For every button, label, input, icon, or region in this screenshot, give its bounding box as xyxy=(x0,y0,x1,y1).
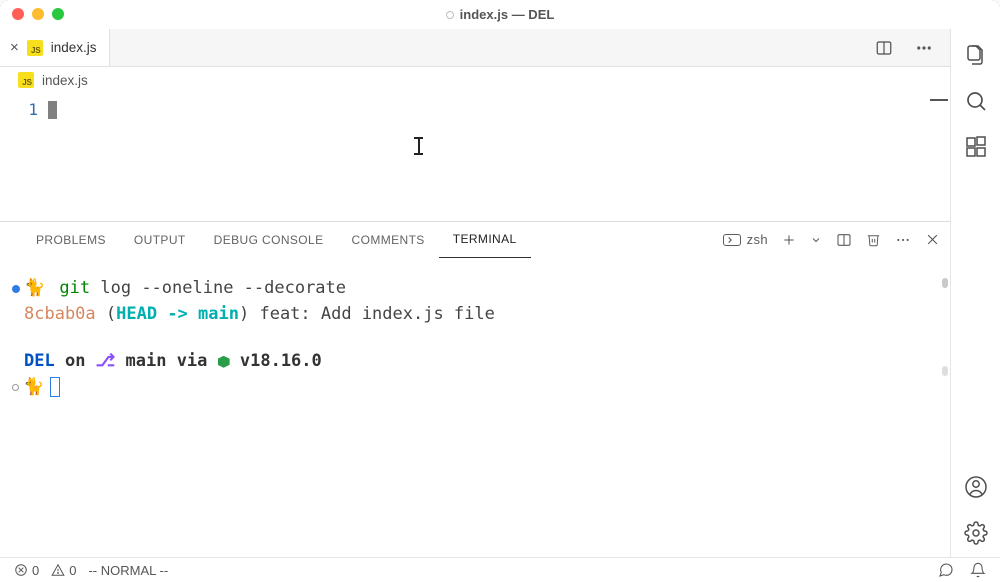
terminal-scrollbar[interactable] xyxy=(942,366,948,376)
editor-code-area[interactable] xyxy=(48,94,950,221)
editor-tab-bar: × index.js xyxy=(0,29,950,67)
text-cursor-pointer-icon xyxy=(414,138,424,154)
more-actions-icon[interactable] xyxy=(912,36,936,60)
terminal-line: 🐈 git log --oneline --decorate xyxy=(12,276,928,302)
tab-filename: index.js xyxy=(51,40,97,55)
files-icon[interactable] xyxy=(964,43,988,67)
breadcrumb[interactable]: index.js xyxy=(0,67,950,94)
status-warnings[interactable]: 0 xyxy=(51,563,76,578)
gear-icon[interactable] xyxy=(964,521,988,545)
search-icon[interactable] xyxy=(964,89,988,113)
status-errors[interactable]: 0 xyxy=(14,563,39,578)
kill-terminal-icon[interactable] xyxy=(866,232,881,247)
vim-mode-indicator: -- NORMAL -- xyxy=(88,563,168,578)
status-bar: 0 0 -- NORMAL -- xyxy=(0,557,1000,582)
terminal-blank-line xyxy=(12,327,928,349)
modified-indicator-icon xyxy=(446,11,454,19)
branch-icon: ⎇ xyxy=(96,349,116,375)
window-minimize-button[interactable] xyxy=(32,8,44,20)
extensions-icon[interactable] xyxy=(964,135,988,159)
feedback-icon[interactable] xyxy=(938,562,954,578)
terminal-cursor xyxy=(50,377,60,397)
terminal-line: 8cbab0a ( HEAD -> main ) feat: Add index… xyxy=(12,302,928,328)
prompt-status-icon xyxy=(12,285,20,293)
panel-tab-problems[interactable]: PROBLEMS xyxy=(22,222,120,258)
notifications-icon[interactable] xyxy=(970,562,986,578)
editor-area[interactable]: 1 xyxy=(0,94,950,222)
line-number-1: 1 xyxy=(0,100,38,119)
new-terminal-icon[interactable] xyxy=(782,233,796,247)
terminal-line: DEL on ⎇ main via v18.16.0 xyxy=(12,349,928,375)
close-tab-icon[interactable]: × xyxy=(10,40,19,55)
panel-tab-comments[interactable]: COMMENTS xyxy=(338,222,439,258)
close-panel-icon[interactable] xyxy=(925,232,940,247)
prompt-emoji-icon: 🐈 xyxy=(24,276,45,302)
split-editor-icon[interactable] xyxy=(872,36,896,60)
terminal-shell-indicator[interactable]: zsh xyxy=(723,232,768,247)
activity-bar xyxy=(950,29,1000,557)
breadcrumb-filename: index.js xyxy=(42,73,88,88)
terminal[interactable]: 🐈 git log --oneline --decorate 8cbab0a (… xyxy=(0,258,950,557)
terminal-scrollbar[interactable] xyxy=(942,278,948,288)
terminal-line: 🐈 xyxy=(12,375,928,401)
prompt-emoji-icon: 🐈 xyxy=(23,375,44,401)
panel-tab-bar: PROBLEMS OUTPUT DEBUG CONSOLE COMMENTS T… xyxy=(0,222,950,258)
panel-tab-terminal[interactable]: TERMINAL xyxy=(439,222,531,258)
nodejs-icon xyxy=(218,356,230,368)
editor-cursor xyxy=(48,101,57,119)
prompt-status-icon xyxy=(12,384,19,391)
editor-tab-indexjs[interactable]: × index.js xyxy=(0,29,110,66)
window-zoom-button[interactable] xyxy=(52,8,64,20)
terminal-dropdown-icon[interactable] xyxy=(810,234,822,246)
javascript-file-icon xyxy=(27,40,43,56)
split-terminal-icon[interactable] xyxy=(836,232,852,248)
account-icon[interactable] xyxy=(964,475,988,499)
window-close-button[interactable] xyxy=(12,8,24,20)
panel-tab-output[interactable]: OUTPUT xyxy=(120,222,200,258)
terminal-profile-icon xyxy=(723,234,741,246)
editor-gutter: 1 xyxy=(0,94,48,221)
window-title: index.js — DEL xyxy=(460,7,555,22)
javascript-file-icon xyxy=(18,72,34,88)
panel-more-icon[interactable] xyxy=(895,232,911,248)
minimap[interactable] xyxy=(930,98,948,101)
panel-tab-debug-console[interactable]: DEBUG CONSOLE xyxy=(200,222,338,258)
title-bar: index.js — DEL xyxy=(0,0,1000,29)
